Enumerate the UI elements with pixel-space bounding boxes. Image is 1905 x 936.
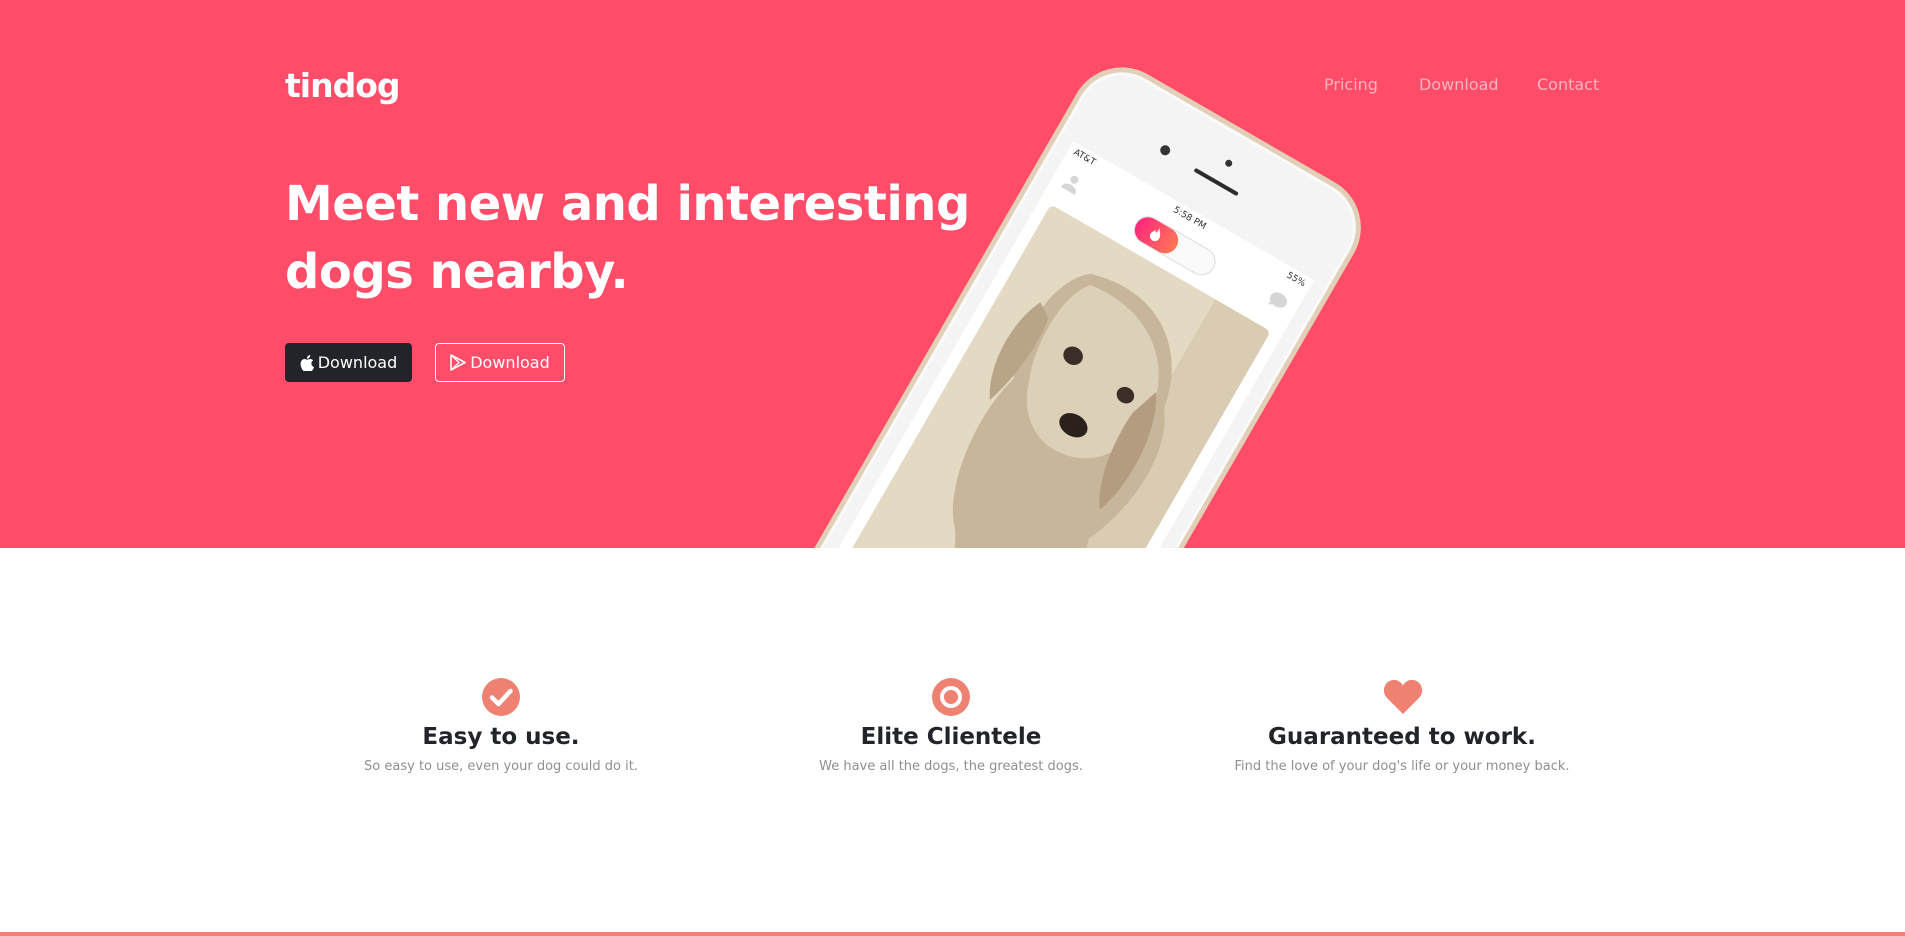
google-play-download-label: Download: [470, 353, 550, 372]
google-play-download-button[interactable]: Download: [435, 343, 565, 382]
status-battery: 55%: [1284, 270, 1308, 290]
check-circle-icon: [482, 678, 520, 716]
status-carrier: AT&T: [1071, 147, 1097, 169]
google-play-icon: [450, 354, 467, 371]
page: tindog Pricing Download Contact Meet new…: [0, 0, 1905, 936]
features-section: Easy to use. So easy to use, even your d…: [0, 548, 1905, 932]
heart-icon: [1383, 678, 1423, 716]
feature-description: So easy to use, even your dog could do i…: [364, 759, 638, 774]
bottom-accent-bar: [0, 932, 1905, 936]
nav-link-download[interactable]: Download: [1419, 75, 1499, 94]
feature-easy-to-use: Easy to use. So easy to use, even your d…: [276, 678, 726, 777]
phone-camera: [1158, 143, 1173, 158]
feature-elite-clientele: Elite Clientele We have all the dogs, th…: [726, 678, 1176, 777]
feature-title: Easy to use.: [422, 724, 580, 750]
status-time: 5:58 PM: [1171, 205, 1208, 232]
phone-sensor: [1223, 158, 1234, 169]
bullseye-icon: [932, 678, 970, 716]
feature-title: Elite Clientele: [860, 724, 1042, 750]
feature-description: We have all the dogs, the greatest dogs.: [819, 759, 1083, 774]
apple-icon: [300, 354, 314, 371]
flame-icon: [1145, 225, 1165, 247]
hero-headline: Meet new and interesting dogs nearby.: [285, 170, 1005, 306]
nav-link-contact[interactable]: Contact: [1537, 75, 1599, 94]
feature-title: Guaranteed to work.: [1268, 724, 1536, 750]
feature-description: Find the love of your dog's life or your…: [1234, 759, 1570, 774]
profile-icon: [1059, 171, 1084, 198]
phone-speaker: [1193, 167, 1239, 197]
apple-download-button[interactable]: Download: [285, 343, 412, 382]
hero-section: tindog Pricing Download Contact Meet new…: [0, 0, 1905, 548]
nav-link-pricing[interactable]: Pricing: [1324, 75, 1378, 94]
chat-icon: [1264, 289, 1290, 315]
brand-logo[interactable]: tindog: [285, 66, 400, 105]
hero-headline-line2: dogs nearby.: [285, 244, 629, 300]
hero-headline-line1: Meet new and interesting: [285, 176, 970, 232]
apple-download-label: Download: [317, 353, 398, 372]
feature-guaranteed: Guaranteed to work. Find the love of you…: [1177, 678, 1627, 777]
